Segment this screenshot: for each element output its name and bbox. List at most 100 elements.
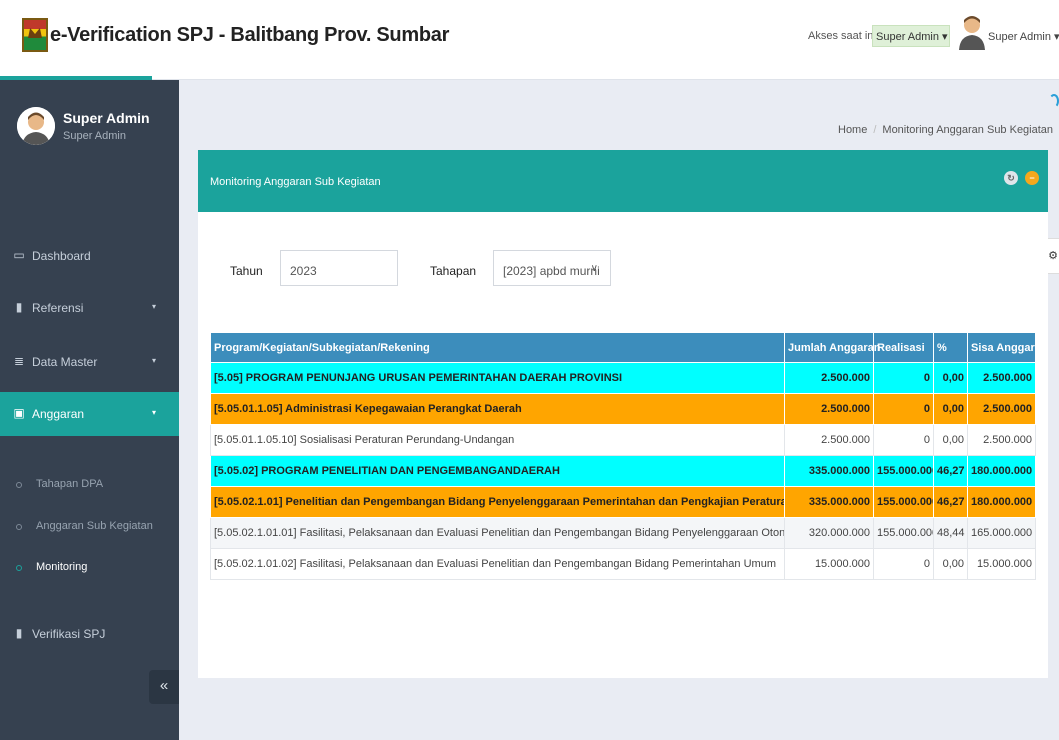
sidebar-item-anggaran[interactable]: ▣ Anggaran ▾ <box>0 392 179 436</box>
sidebar-item-data-master[interactable]: ≣ Data Master ▾ <box>0 340 179 384</box>
table-cell-remaining: 2.500.000 <box>967 362 1036 394</box>
user-avatar[interactable] <box>958 14 986 50</box>
sidebar-item-dashboard[interactable]: ▭ Dashboard <box>0 234 179 278</box>
table-row: [5.05.01.1.05.10] Sosialisasi Peraturan … <box>210 424 1036 456</box>
column-header: Sisa Anggaran <box>967 332 1048 363</box>
table-cell-percent: 46,27 <box>933 455 968 487</box>
table-cell-realization: 155.000.000 <box>873 517 934 549</box>
money-icon: ▣ <box>13 406 25 420</box>
caret-down-icon: ▾ <box>152 356 157 365</box>
column-header: Jumlah Anggaran <box>784 332 881 363</box>
column-header: Realisasi <box>873 332 934 363</box>
table-row: [5.05.01.1.05] Administrasi Kepegawaian … <box>210 393 1036 425</box>
table-cell-name: [5.05.02.1.01] Penelitian dan Pengembang… <box>210 486 785 518</box>
role-select[interactable]: Super Admin ▾ <box>872 25 950 47</box>
table-row: [5.05.02] PROGRAM PENELITIAN DAN PENGEMB… <box>210 455 1036 487</box>
breadcrumb-current[interactable]: Monitoring Anggaran Sub Kegiatan <box>882 124 1053 136</box>
table-cell-name: [5.05.02.1.01.02] Fasilitasi, Pelaksanaa… <box>210 548 785 580</box>
profile-role: Super Admin <box>63 130 126 142</box>
panel-title: Monitoring Anggaran Sub Kegiatan <box>210 176 381 188</box>
bullet-icon <box>16 482 22 488</box>
sidebar-subitem-label: Monitoring <box>36 561 88 573</box>
table-cell-name: [5.05.02.1.01.01] Fasilitasi, Pelaksanaa… <box>210 517 785 549</box>
database-icon: ≣ <box>13 354 25 368</box>
table-cell-percent: 0,00 <box>933 362 968 394</box>
sidebar-subitem-monitoring[interactable]: Monitoring <box>0 553 179 589</box>
tahun-input[interactable]: 2023 <box>280 250 398 286</box>
table-cell-amount: 335.000.000 <box>784 486 874 518</box>
table-cell-percent: 0,00 <box>933 548 968 580</box>
table-cell-percent: 0,00 <box>933 424 968 456</box>
sidebar-item-verifikasi-spj[interactable]: ▮ Verifikasi SPJ <box>0 612 179 656</box>
tahapan-label: Tahapan <box>430 264 477 278</box>
table-row: [5.05.02.1.01.01] Fasilitasi, Pelaksanaa… <box>210 517 1036 549</box>
tahapan-select-value: [2023] apbd murni <box>503 264 600 278</box>
column-header: % <box>933 332 968 363</box>
table-cell-remaining: 2.500.000 <box>967 393 1036 425</box>
table-row: [5.05.02.1.01] Penelitian dan Pengembang… <box>210 486 1036 518</box>
book-icon: ▮ <box>15 300 23 314</box>
profile-name: Super Admin <box>63 110 150 126</box>
caret-down-icon: ▾ <box>152 302 157 311</box>
table-cell-realization: 0 <box>873 362 934 394</box>
reload-icon[interactable]: ↻ <box>1004 171 1018 185</box>
app-title: e-Verification SPJ - Balitbang Prov. Sum… <box>50 24 450 46</box>
table-cell-realization: 155.000.000 <box>873 486 934 518</box>
table-cell-amount: 320.000.000 <box>784 517 874 549</box>
table-cell-name: [5.05.01.1.05] Administrasi Kepegawaian … <box>210 393 785 425</box>
table-cell-name: [5.05] PROGRAM PENUNJANG URUSAN PEMERINT… <box>210 362 785 394</box>
table-cell-amount: 335.000.000 <box>784 455 874 487</box>
loading-spinner-icon <box>1049 94 1059 108</box>
table-cell-name: [5.05.01.1.05.10] Sosialisasi Peraturan … <box>210 424 785 456</box>
table-cell-realization: 155.000.000 <box>873 455 934 487</box>
breadcrumb: Home/Monitoring Anggaran Sub Kegiatan/ <box>838 124 1059 136</box>
table-cell-realization: 0 <box>873 393 934 425</box>
sidebar-subitem-label: Anggaran Sub Kegiatan <box>36 520 153 532</box>
sidebar-item-label: Verifikasi SPJ <box>32 627 106 641</box>
top-header: e-Verification SPJ - Balitbang Prov. Sum… <box>0 0 1059 80</box>
table-cell-remaining: 15.000.000 <box>967 548 1036 580</box>
tahapan-select[interactable]: [2023] apbd murni ∨ <box>493 250 611 286</box>
table-cell-remaining: 165.000.000 <box>967 517 1036 549</box>
panel-header: Monitoring Anggaran Sub Kegiatan ↻ − <box>198 150 1048 212</box>
sidebar-subitem-anggaran-sub-kegiatan[interactable]: Anggaran Sub Kegiatan <box>0 512 179 548</box>
sidebar-subitem-label: Tahapan DPA <box>36 478 104 490</box>
sidebar-item-label: Referensi <box>32 301 84 315</box>
tahun-label: Tahun <box>230 264 263 278</box>
table-cell-percent: 0,00 <box>933 393 968 425</box>
table-cell-remaining: 180.000.000 <box>967 486 1036 518</box>
bullet-icon <box>16 524 22 530</box>
monitoring-panel: Monitoring Anggaran Sub Kegiatan ↻ − Tah… <box>198 150 1048 678</box>
table-cell-remaining: 2.500.000 <box>967 424 1036 456</box>
role-select-value: Super Admin <box>876 31 939 43</box>
sidebar: Super Admin Super Admin ▭ Dashboard ▮ Re… <box>0 80 179 740</box>
budget-monitoring-table: Program/Kegiatan/Subkegiatan/Rekening Ju… <box>210 332 1048 580</box>
table-header-row: Program/Kegiatan/Subkegiatan/Rekening Ju… <box>210 332 1048 363</box>
chevron-down-icon: ▾ <box>942 31 948 43</box>
table-cell-remaining: 180.000.000 <box>967 455 1036 487</box>
sidebar-item-label: Anggaran <box>32 407 85 421</box>
table-row: [5.05] PROGRAM PENUNJANG URUSAN PEMERINT… <box>210 362 1036 394</box>
table-cell-amount: 2.500.000 <box>784 393 874 425</box>
table-cell-percent: 48,44 <box>933 517 968 549</box>
profile-avatar <box>17 107 55 145</box>
sidebar-item-label: Dashboard <box>32 249 91 263</box>
laptop-icon: ▭ <box>13 248 25 262</box>
user-menu-name: Super Admin <box>988 31 1051 43</box>
caret-down-icon: ▾ <box>152 408 157 417</box>
sidebar-collapse-button[interactable]: « <box>149 670 179 704</box>
chevron-down-icon: ∨ <box>590 263 598 274</box>
column-header: Program/Kegiatan/Subkegiatan/Rekening <box>210 332 785 363</box>
collapse-icon[interactable]: − <box>1025 171 1039 185</box>
table-cell-amount: 2.500.000 <box>784 424 874 456</box>
table-cell-realization: 0 <box>873 548 934 580</box>
table-cell-percent: 46,27 <box>933 486 968 518</box>
sidebar-profile: Super Admin Super Admin <box>0 80 179 180</box>
bullet-icon <box>16 565 22 571</box>
user-menu[interactable]: Super Admin ▾ <box>988 30 1059 43</box>
table-cell-amount: 15.000.000 <box>784 548 874 580</box>
book-icon: ▮ <box>15 626 23 640</box>
sidebar-subitem-tahapan-dpa[interactable]: Tahapan DPA <box>0 470 179 506</box>
sidebar-item-referensi[interactable]: ▮ Referensi ▾ <box>0 286 179 330</box>
breadcrumb-home[interactable]: Home <box>838 124 867 136</box>
